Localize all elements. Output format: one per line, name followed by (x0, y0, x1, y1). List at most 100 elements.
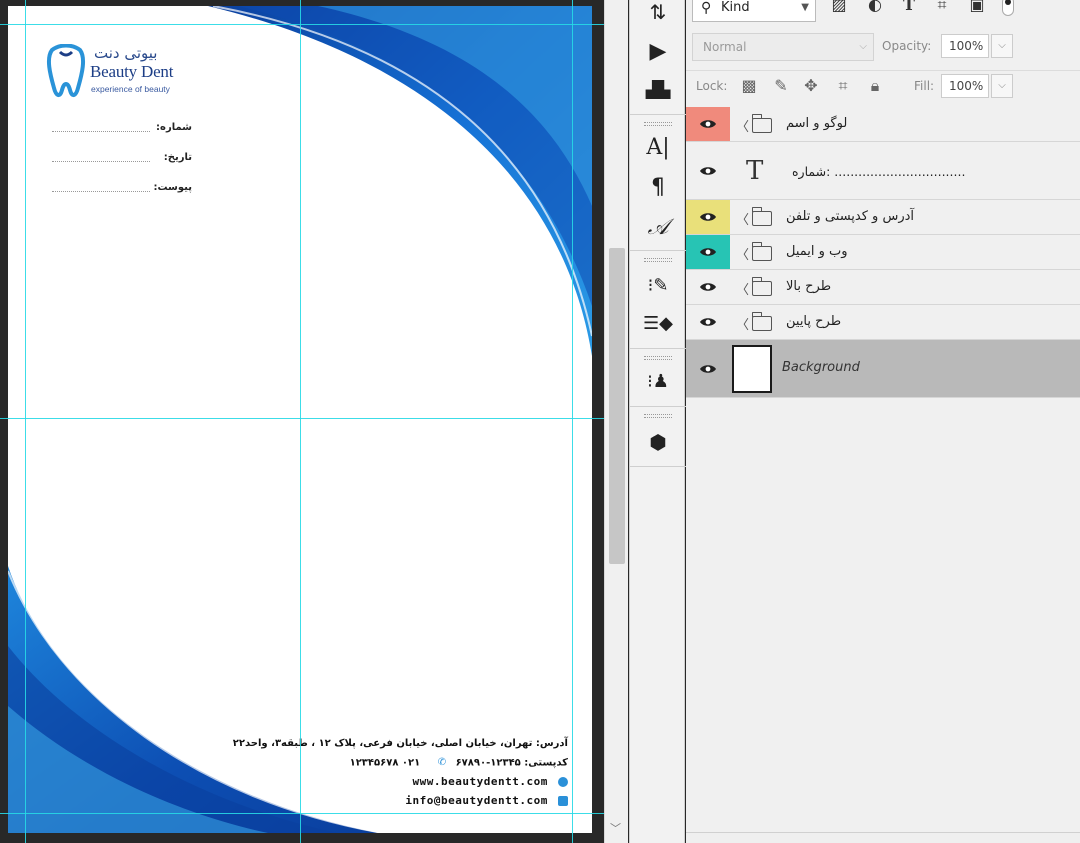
number-dotted-line (52, 131, 150, 132)
canvas-vertical-scrollbar[interactable]: ﹀ (604, 0, 628, 843)
expand-caret-icon[interactable]: 〈 (736, 209, 749, 228)
opacity-dropdown-button[interactable]: ⌵ (991, 34, 1013, 58)
play-action-icon[interactable]: ▶ (630, 36, 686, 68)
layer-thumbnail (732, 345, 772, 393)
paragraph-icon[interactable]: ¶ (630, 172, 686, 204)
panel-icons-strip: ⇅ ▶ ▟▙ A| ¶ 𝒜 ⁝✎ ☰◆ ⁝♟ ⬢ (629, 0, 686, 843)
footer-website: www.beautydentt.com (412, 775, 548, 788)
glyphs-icon[interactable]: 𝒜 (630, 212, 686, 244)
panel-grip[interactable] (644, 356, 672, 360)
panel-grip[interactable] (644, 258, 672, 262)
filter-toggle-switch[interactable] (1002, 0, 1014, 16)
lock-all-icon[interactable]: 🔒︎ (864, 75, 886, 97)
guide-vertical-right[interactable] (572, 0, 573, 843)
layer-name: وب و ایمیل (786, 244, 848, 259)
footer-email-row: info@beautydentt.com (228, 791, 568, 810)
visibility-toggle[interactable] (686, 142, 730, 199)
character-icon[interactable]: A| (630, 132, 686, 164)
tools-separator (630, 466, 686, 467)
guide-horizontal-middle[interactable] (0, 418, 604, 419)
layers-list: 〈 لوگو و اسم T شماره: ..................… (686, 107, 1080, 398)
layer-filter-bar: ⚲ Kind ▼ ▨ ◐ T ⌗ ▣ (686, 0, 1080, 24)
layers-panel: ⚲ Kind ▼ ▨ ◐ T ⌗ ▣ Normal ⌵ Opacity: 100… (686, 0, 1080, 843)
tool-preset-icon[interactable]: ▟▙ (630, 74, 686, 106)
eye-icon (700, 248, 716, 256)
layer-row-top-design[interactable]: 〈 طرح بالا (686, 270, 1080, 305)
eye-icon (700, 166, 716, 175)
panel-grip[interactable] (644, 122, 672, 126)
globe-icon (558, 777, 568, 787)
lock-image-pixels-icon[interactable]: ✎ (770, 75, 792, 97)
expand-caret-icon[interactable]: 〈 (736, 116, 749, 135)
layer-name: آدرس و کدپستی و تلفن (786, 209, 915, 224)
lock-fill-row: Lock: ▩ ✎ ✥ ⌗ 🔒︎ Fill: 100% ⌵ (686, 70, 1080, 104)
lock-position-icon[interactable]: ✥ (800, 75, 822, 97)
layer-row-bottom-design[interactable]: 〈 طرح پایین (686, 305, 1080, 340)
phone-icon: ✆ (437, 757, 447, 768)
brush-presets-icon[interactable]: ☰◆ (630, 308, 686, 340)
letterhead-footer: آدرس: تهران، خیابان اصلی، خیابان فرعی، پ… (228, 734, 568, 810)
visibility-toggle[interactable] (686, 305, 730, 339)
pixel-filter-icon[interactable]: ▨ (828, 0, 850, 16)
guide-vertical-center[interactable] (300, 0, 301, 843)
scrollbar-thumb[interactable] (609, 248, 625, 564)
lock-transparent-pixels-icon[interactable]: ▩ (738, 75, 760, 97)
scroll-down-arrow-icon[interactable]: ﹀ (610, 820, 621, 836)
eye-icon (700, 283, 716, 291)
fill-dropdown-button[interactable]: ⌵ (991, 74, 1013, 98)
smart-object-filter-icon[interactable]: ▣ (966, 0, 988, 16)
tooth-logo-icon (46, 44, 86, 97)
expand-caret-icon[interactable]: 〈 (736, 279, 749, 298)
3d-icon[interactable]: ⬢ (630, 426, 686, 458)
chevron-down-icon: ⌵ (859, 41, 867, 52)
expand-caret-icon[interactable]: 〈 (736, 314, 749, 333)
type-filter-icon[interactable]: T (898, 0, 920, 16)
brush-settings-icon[interactable]: ⁝✎ (630, 270, 686, 302)
logo-tagline: experience of beauty (91, 84, 170, 94)
logo-name-en: Beauty Dent (90, 62, 174, 81)
tools-separator (630, 348, 686, 349)
footer-address: آدرس: تهران، خیابان اصلی، خیابان فرعی، پ… (232, 738, 568, 749)
clone-source-icon[interactable]: ⁝♟ (630, 366, 686, 398)
date-label: تاریخ: (163, 152, 192, 163)
opacity-input[interactable]: 100% (941, 34, 989, 58)
text-layer-icon: T (746, 156, 764, 186)
folder-icon (752, 312, 772, 331)
company-logo: بیوتی دنت Beauty Dent experience of beau… (46, 44, 206, 104)
blend-mode-value: Normal (703, 40, 747, 54)
lock-label: Lock: (696, 79, 728, 93)
visibility-toggle[interactable] (686, 340, 730, 397)
logo-name-fa: بیوتی دنت (94, 44, 158, 62)
layer-name: لوگو و اسم (786, 116, 848, 131)
guide-horizontal-bottom[interactable] (0, 813, 604, 814)
filter-kind-select[interactable]: ⚲ Kind ▼ (692, 0, 816, 22)
footer-phone: ۰۲۱ ۱۲۳۴۵۶۷۸ (349, 757, 421, 769)
visibility-toggle[interactable] (686, 107, 730, 141)
attachment-field: پیوست: (52, 182, 192, 196)
layer-row-address-postal-phone[interactable]: 〈 آدرس و کدپستی و تلفن (686, 200, 1080, 235)
visibility-toggle[interactable] (686, 235, 730, 269)
expand-caret-icon[interactable]: 〈 (736, 244, 749, 263)
visibility-toggle[interactable] (686, 200, 730, 234)
guide-horizontal-top[interactable] (0, 24, 604, 25)
folder-icon (752, 114, 772, 133)
tools-separator (630, 406, 686, 407)
layer-name: طرح پایین (786, 314, 842, 329)
adjustment-filter-icon[interactable]: ◐ (864, 0, 886, 16)
guide-vertical-left[interactable] (25, 0, 26, 843)
layer-row-number-text[interactable]: T شماره: ...............................… (686, 142, 1080, 200)
history-brush-icon[interactable]: ⇅ (630, 0, 686, 28)
opacity-label: Opacity: (882, 39, 932, 53)
fill-input[interactable]: 100% (941, 74, 989, 98)
layer-row-background[interactable]: Background (686, 340, 1080, 398)
panel-grip[interactable] (644, 414, 672, 418)
visibility-toggle[interactable] (686, 270, 730, 304)
blend-mode-select[interactable]: Normal ⌵ (692, 33, 874, 61)
layer-name: طرح بالا (786, 279, 832, 294)
canvas-area[interactable]: بیوتی دنت Beauty Dent experience of beau… (0, 0, 604, 843)
lock-artboard-icon[interactable]: ⌗ (832, 75, 854, 97)
layer-row-web-email[interactable]: 〈 وب و ایمیل (686, 235, 1080, 270)
shape-filter-icon[interactable]: ⌗ (931, 0, 953, 16)
layer-row-logo-name[interactable]: 〈 لوگو و اسم (686, 107, 1080, 142)
date-field: تاریخ: (52, 152, 192, 166)
